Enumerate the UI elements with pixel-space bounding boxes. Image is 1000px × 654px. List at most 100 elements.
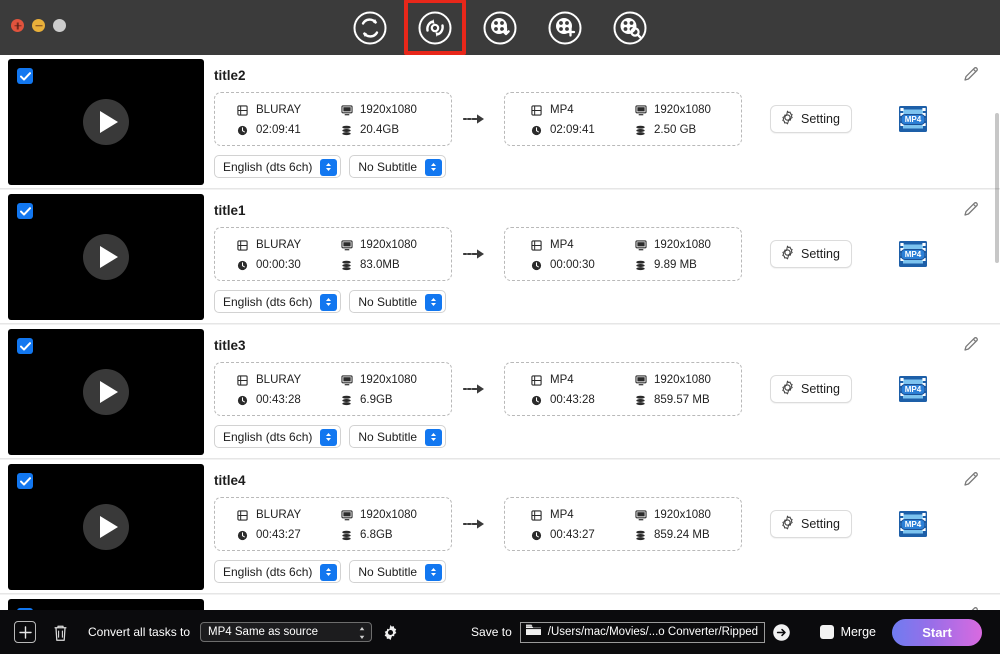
- database-icon: [341, 395, 354, 406]
- merge-label: Merge: [840, 625, 876, 639]
- target-resolution-value: 1920x1080: [654, 374, 711, 386]
- table-row[interactable]: title1 BLURAY 1920x1080 00:00:30 83.0MB …: [0, 190, 1000, 324]
- tab-editor[interactable]: [546, 9, 584, 47]
- subtitle-track-select[interactable]: No Subtitle: [349, 155, 447, 178]
- video-thumbnail[interactable]: [8, 194, 204, 320]
- edit-pencil-icon[interactable]: [961, 199, 981, 219]
- task-list[interactable]: title2 BLURAY 1920x1080 02:09:41 20.4GB …: [0, 55, 1000, 619]
- subtitle-track-select[interactable]: No Subtitle: [349, 560, 447, 583]
- tab-converter[interactable]: [351, 9, 389, 47]
- table-row[interactable]: title2 BLURAY 1920x1080 02:09:41 20.4GB …: [0, 55, 1000, 189]
- clock-icon: [531, 395, 544, 406]
- subtitle-track-select[interactable]: No Subtitle: [349, 425, 447, 448]
- vertical-scrollbar[interactable]: [995, 113, 999, 263]
- source-resolution: 1920x1080: [341, 104, 445, 116]
- tab-downloader[interactable]: [481, 9, 519, 47]
- row-title: title3: [214, 338, 246, 353]
- play-button[interactable]: [83, 99, 129, 145]
- delete-task-button[interactable]: [50, 621, 70, 643]
- clock-icon: [237, 260, 250, 271]
- setting-button[interactable]: Setting: [770, 510, 852, 538]
- subtitle-track-select[interactable]: No Subtitle: [349, 290, 447, 313]
- folder-icon: [525, 623, 542, 641]
- audio-track-select[interactable]: English (dts 6ch): [214, 155, 342, 178]
- close-button[interactable]: [11, 19, 24, 32]
- target-format: MP4: [531, 509, 635, 521]
- title-bar: [0, 0, 1000, 55]
- source-info-card: BLURAY 1920x1080 00:00:30 83.0MB: [214, 227, 452, 281]
- target-size-value: 859.57 MB: [654, 394, 710, 406]
- row-checkbox[interactable]: [17, 473, 33, 489]
- edit-pencil-icon[interactable]: [961, 469, 981, 489]
- setting-button[interactable]: Setting: [770, 240, 852, 268]
- setting-button[interactable]: Setting: [770, 375, 852, 403]
- edit-pencil-icon[interactable]: [961, 334, 981, 354]
- clock-icon: [531, 260, 544, 271]
- convert-all-label: Convert all tasks to: [88, 625, 191, 639]
- subtitle-track-value: No Subtitle: [358, 294, 418, 309]
- audio-track-select[interactable]: English (dts 6ch): [214, 290, 342, 313]
- source-size-value: 20.4GB: [360, 124, 399, 136]
- monitor-icon: [635, 374, 648, 386]
- gear-icon: [780, 245, 795, 263]
- format-badge-icon[interactable]: MP4: [896, 507, 930, 541]
- row-checkbox[interactable]: [17, 203, 33, 219]
- source-duration-value: 00:00:30: [256, 259, 301, 271]
- play-button[interactable]: [83, 504, 129, 550]
- database-icon: [341, 530, 354, 541]
- svg-text:MP4: MP4: [905, 385, 922, 394]
- row-checkbox[interactable]: [17, 338, 33, 354]
- chevron-updown-icon: [320, 158, 338, 176]
- arrow-right-circle-icon[interactable]: [772, 623, 791, 642]
- target-duration: 00:43:27: [531, 529, 635, 541]
- target-format-value: MP4: [550, 104, 574, 116]
- gear-icon: [780, 515, 795, 533]
- edit-pencil-icon[interactable]: [961, 64, 981, 84]
- save-path-field[interactable]: /Users/mac/Movies/...o Converter/Ripped: [519, 621, 766, 643]
- setting-button[interactable]: Setting: [770, 105, 852, 133]
- tab-ripper[interactable]: [404, 0, 466, 55]
- row-checkbox[interactable]: [17, 68, 33, 84]
- source-resolution-value: 1920x1080: [360, 509, 417, 521]
- audio-track-select[interactable]: English (dts 6ch): [214, 560, 342, 583]
- row-title: title2: [214, 68, 246, 83]
- target-format-value: MP4: [550, 239, 574, 251]
- format-badge-icon[interactable]: MP4: [896, 372, 930, 406]
- video-thumbnail[interactable]: [8, 329, 204, 455]
- target-resolution: 1920x1080: [635, 374, 739, 386]
- table-row[interactable]: title4 BLURAY 1920x1080 00:43:27 6.8GB M…: [0, 460, 1000, 594]
- source-format: BLURAY: [237, 239, 341, 251]
- clock-icon: [531, 125, 544, 136]
- convert-arrow-icon: [452, 112, 504, 126]
- gear-icon[interactable]: [382, 624, 399, 641]
- video-thumbnail[interactable]: [8, 59, 204, 185]
- audio-track-select[interactable]: English (dts 6ch): [214, 425, 342, 448]
- clock-icon: [237, 125, 250, 136]
- chevron-updown-icon: [425, 293, 443, 311]
- target-duration-value: 00:43:28: [550, 394, 595, 406]
- conversion-cards: BLURAY 1920x1080 00:43:28 6.9GB MP4 1920…: [214, 362, 1000, 416]
- tab-toolbox[interactable]: [611, 9, 649, 47]
- audio-track-value: English (dts 6ch): [223, 564, 313, 579]
- play-button[interactable]: [83, 369, 129, 415]
- conversion-cards: BLURAY 1920x1080 00:00:30 83.0MB MP4 192…: [214, 227, 1000, 281]
- row-body: title2 BLURAY 1920x1080 02:09:41 20.4GB …: [204, 55, 1000, 188]
- table-row[interactable]: title3 BLURAY 1920x1080 00:43:28 6.9GB M…: [0, 325, 1000, 459]
- play-button[interactable]: [83, 234, 129, 280]
- source-info-card: BLURAY 1920x1080 00:43:27 6.8GB: [214, 497, 452, 551]
- source-resolution: 1920x1080: [341, 509, 445, 521]
- format-badge-icon[interactable]: MP4: [896, 102, 930, 136]
- start-button[interactable]: Start: [892, 618, 982, 646]
- add-task-button[interactable]: [14, 621, 36, 643]
- maximize-button[interactable]: [53, 19, 66, 32]
- convert-all-format-select[interactable]: MP4 Same as source: [200, 622, 373, 642]
- merge-checkbox[interactable]: [819, 625, 834, 639]
- subtitle-track-value: No Subtitle: [358, 564, 418, 579]
- target-resolution: 1920x1080: [635, 104, 739, 116]
- target-format: MP4: [531, 239, 635, 251]
- minimize-button[interactable]: [32, 19, 45, 32]
- source-size: 20.4GB: [341, 124, 445, 136]
- row-title: title4: [214, 473, 246, 488]
- format-badge-icon[interactable]: MP4: [896, 237, 930, 271]
- video-thumbnail[interactable]: [8, 464, 204, 590]
